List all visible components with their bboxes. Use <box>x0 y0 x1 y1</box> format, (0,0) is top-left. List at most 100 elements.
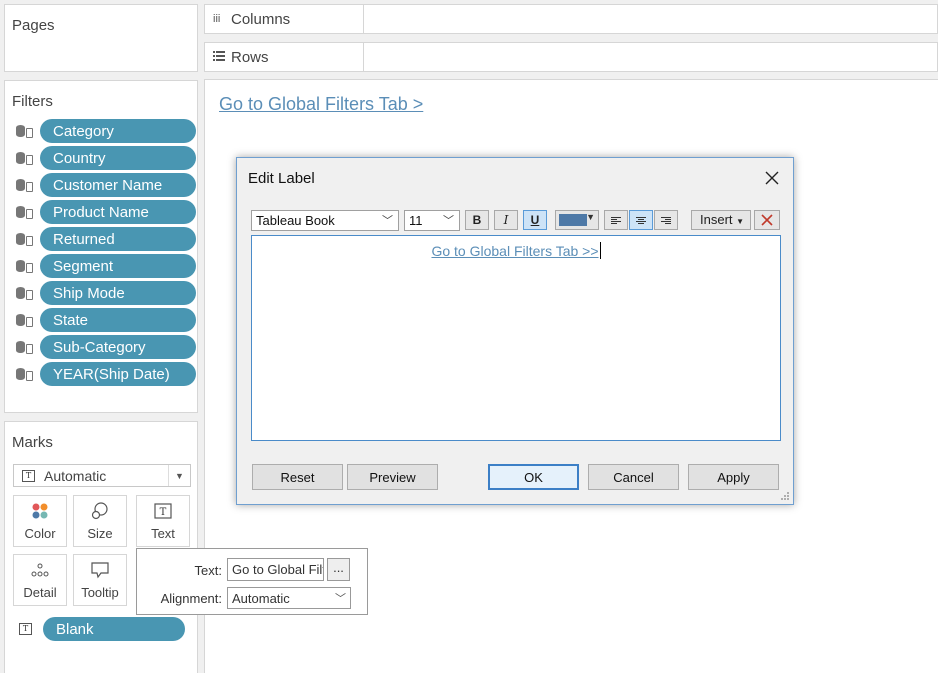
cancel-button[interactable]: Cancel <box>588 464 679 490</box>
filters-title: Filters <box>12 93 53 110</box>
color-button[interactable]: Color <box>13 495 67 547</box>
apply-button[interactable]: Apply <box>688 464 779 490</box>
label-text-editor[interactable]: Go to Global Filters Tab >> <box>251 235 781 441</box>
data-source-icon <box>15 366 37 382</box>
tooltip-label: Tooltip <box>81 585 119 600</box>
color-label: Color <box>24 526 56 541</box>
font-family-select[interactable]: Tableau Book ﹀ <box>251 210 399 231</box>
filter-pill[interactable]: State <box>40 308 196 332</box>
filter-pill[interactable]: YEAR(Ship Date) <box>40 362 196 386</box>
color-swatch <box>559 214 587 226</box>
chevron-down-icon: ▼ <box>586 212 595 222</box>
chevron-down-icon: ﹀ <box>443 215 454 227</box>
caret-down-icon: ▼ <box>736 217 745 226</box>
dialog-title: Edit Label <box>248 170 315 187</box>
filter-row[interactable]: Category <box>15 119 196 143</box>
editor-content: Go to Global Filters Tab >> <box>252 242 780 259</box>
rows-label: Rows <box>231 48 269 66</box>
mark-type-value: Automatic <box>44 467 107 484</box>
pages-panel[interactable]: Pages <box>4 4 198 72</box>
color-icon <box>14 496 66 526</box>
font-size-select[interactable]: 11 ﹀ <box>404 210 460 231</box>
filter-row[interactable]: Product Name <box>15 200 196 224</box>
text-caret <box>599 242 601 259</box>
font-family-value: Tableau Book <box>256 213 335 228</box>
size-button[interactable]: Size <box>73 495 127 547</box>
detail-label: Detail <box>23 585 57 600</box>
underline-button[interactable]: U <box>523 210 547 230</box>
filter-row[interactable]: Country <box>15 146 196 170</box>
bold-button[interactable]: B <box>465 210 489 230</box>
rows-shelf-label: Rows <box>205 43 364 71</box>
data-source-icon <box>15 123 37 139</box>
align-left-icon <box>611 216 621 224</box>
resize-grip-icon[interactable] <box>780 491 790 501</box>
text-mark-icon: T <box>22 469 35 482</box>
columns-icon: iii <box>213 13 221 25</box>
columns-label: Columns <box>231 10 291 28</box>
text-field-input[interactable]: Go to Global Filters Tab >> <box>227 558 324 581</box>
italic-button[interactable]: I <box>494 210 518 230</box>
alignment-value: Automatic <box>232 591 290 606</box>
filters-panel: Filters Category Country Customer Name P… <box>4 80 198 413</box>
clear-formatting-button[interactable] <box>754 210 780 230</box>
text-mark-icon: T <box>19 623 32 635</box>
text-icon: T <box>137 496 189 526</box>
clear-icon <box>761 214 773 226</box>
edit-text-button[interactable]: ... <box>327 558 350 581</box>
pages-title: Pages <box>12 17 55 34</box>
alignment-dropdown[interactable]: Automatic ﹀ <box>227 587 351 609</box>
insert-menu-button[interactable]: Insert ▼ <box>691 210 751 230</box>
detail-button[interactable]: Detail <box>13 554 67 606</box>
filter-pill[interactable]: Returned <box>40 227 196 251</box>
svg-text:T: T <box>160 507 167 518</box>
filter-row[interactable]: Sub-Category <box>15 335 196 359</box>
size-icon <box>74 496 126 526</box>
marks-panel: Marks T Automatic ▼ Color Size T Text De… <box>4 421 198 673</box>
mark-type-dropdown[interactable]: T Automatic ▼ <box>13 464 191 487</box>
edit-label-dialog: Edit Label Tableau Book ﹀ 11 ﹀ B I U ▼ I… <box>236 157 794 505</box>
preview-button[interactable]: Preview <box>347 464 438 490</box>
align-right-icon <box>661 216 671 224</box>
text-button[interactable]: T Text <box>136 495 190 547</box>
chevron-down-icon: ﹀ <box>382 215 393 227</box>
blank-pill[interactable]: Blank <box>43 617 185 641</box>
list-icon <box>213 50 231 64</box>
filter-pill[interactable]: Category <box>40 119 196 143</box>
align-right-button[interactable] <box>654 210 678 230</box>
alignment-label: Alignment: <box>160 591 222 606</box>
data-source-icon <box>15 177 37 193</box>
filter-row[interactable]: State <box>15 308 196 332</box>
filter-row[interactable]: Returned <box>15 227 196 251</box>
global-filters-link[interactable]: Go to Global Filters Tab > <box>219 94 423 115</box>
columns-shelf[interactable]: iii Columns <box>204 4 938 34</box>
data-source-icon <box>15 204 37 220</box>
filter-pill[interactable]: Sub-Category <box>40 335 196 359</box>
filter-row[interactable]: Segment <box>15 254 196 278</box>
filter-row[interactable]: YEAR(Ship Date) <box>15 362 196 386</box>
align-center-button[interactable] <box>629 210 653 230</box>
rows-shelf[interactable]: Rows <box>204 42 938 72</box>
align-left-button[interactable] <box>604 210 628 230</box>
filter-row[interactable]: Customer Name <box>15 173 196 197</box>
reset-button[interactable]: Reset <box>252 464 343 490</box>
chevron-down-icon: ﹀ <box>335 593 346 605</box>
filter-pill[interactable]: Ship Mode <box>40 281 196 305</box>
close-icon[interactable] <box>757 164 787 192</box>
chevron-down-icon[interactable]: ▼ <box>168 465 190 486</box>
tooltip-button[interactable]: Tooltip <box>73 554 127 606</box>
text-options-popup: Text: Go to Global Filters Tab >> ... Al… <box>136 548 368 615</box>
filter-pill[interactable]: Country <box>40 146 196 170</box>
marks-title: Marks <box>12 434 53 451</box>
data-source-icon <box>15 258 37 274</box>
ok-button[interactable]: OK <box>488 464 579 490</box>
filter-pill[interactable]: Product Name <box>40 200 196 224</box>
filter-pill[interactable]: Segment <box>40 254 196 278</box>
text-mark-row[interactable]: T Blank <box>19 617 185 641</box>
text-color-picker[interactable]: ▼ <box>555 210 599 230</box>
filter-pill[interactable]: Customer Name <box>40 173 196 197</box>
editor-link-text: Go to Global Filters Tab >> <box>431 243 599 259</box>
data-source-icon <box>15 285 37 301</box>
align-center-icon <box>636 216 646 224</box>
filter-row[interactable]: Ship Mode <box>15 281 196 305</box>
